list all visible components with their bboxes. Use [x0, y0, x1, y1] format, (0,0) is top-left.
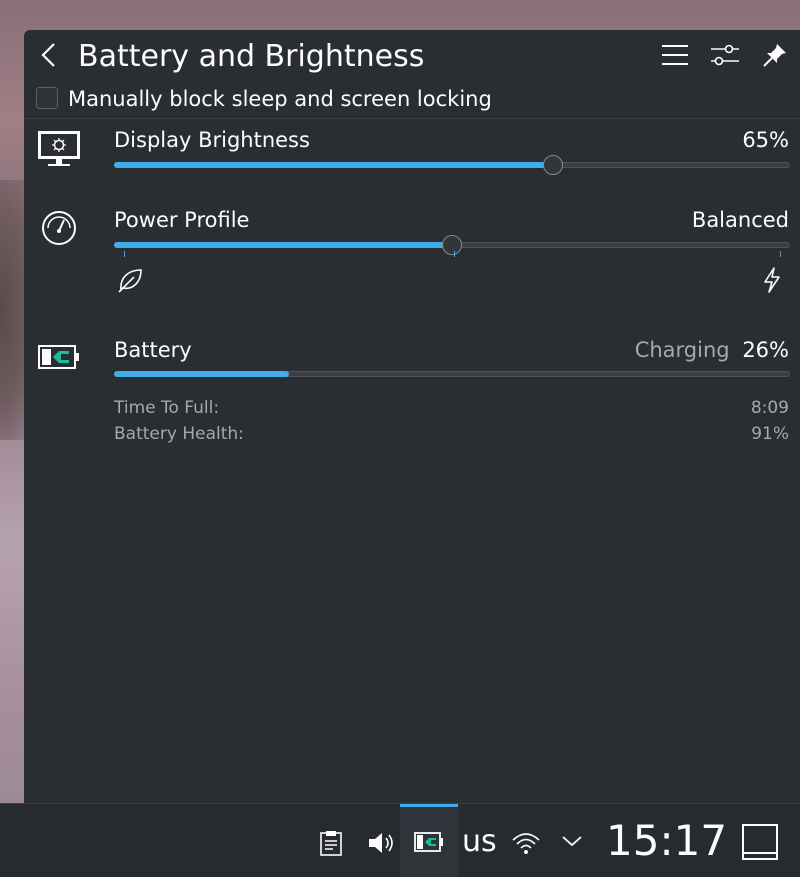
pin-icon — [763, 44, 786, 67]
tray-expand-button[interactable] — [560, 830, 584, 852]
brightness-icon-wrap — [36, 126, 82, 172]
monitor-brightness-icon — [38, 131, 80, 166]
power-profile-value: Balanced — [691, 208, 789, 232]
wifi-icon — [512, 833, 540, 854]
battery-bar — [114, 371, 790, 377]
chevron-left-icon — [41, 43, 55, 67]
power-save-button[interactable] — [116, 266, 144, 298]
time-to-full-value: 8:09 — [750, 398, 789, 418]
power-profile-handle[interactable] — [442, 235, 462, 255]
inhibit-checkbox[interactable] — [36, 87, 58, 109]
tick-power-save — [124, 251, 125, 257]
battery-fill — [114, 371, 289, 377]
pin-button[interactable] — [760, 40, 790, 70]
clock[interactable]: 15:17 — [606, 816, 727, 866]
battery-brightness-popup: Battery and Brightness Manually block sl… — [24, 30, 800, 804]
brightness-fill — [114, 162, 552, 168]
battery-tray-button[interactable] — [414, 830, 444, 854]
sliders-icon — [711, 44, 739, 66]
volume-icon — [369, 833, 393, 853]
header-separator — [24, 118, 800, 119]
power-profile-label: Power Profile — [114, 208, 250, 232]
show-desktop-button[interactable] — [740, 822, 780, 862]
taskbar: us 15:17 — [0, 803, 800, 877]
active-tray-indicator — [400, 804, 458, 807]
power-profile-icon-wrap — [36, 205, 82, 251]
speedometer-icon — [42, 211, 76, 245]
brightness-value: 65% — [742, 128, 789, 152]
battery-value-wrap: Charging 26% — [635, 336, 789, 364]
menu-button[interactable] — [660, 40, 690, 70]
back-button[interactable] — [34, 40, 64, 70]
power-profile-slider[interactable] — [114, 235, 790, 255]
battery-icon-wrap — [36, 334, 82, 380]
time-to-full-label: Time To Full: — [114, 398, 220, 418]
clipboard-button[interactable] — [318, 828, 344, 858]
tick-balanced — [454, 251, 455, 257]
lightning-icon — [764, 267, 780, 293]
leaf-icon — [118, 269, 142, 293]
performance-button[interactable] — [760, 266, 784, 298]
brightness-handle[interactable] — [543, 155, 563, 175]
chevron-down-icon — [562, 836, 582, 847]
tick-performance — [780, 251, 781, 257]
brightness-label: Display Brightness — [114, 128, 310, 152]
wifi-button[interactable] — [510, 828, 542, 858]
configure-button[interactable] — [710, 40, 740, 70]
battery-label: Battery — [114, 338, 192, 362]
battery-health-label: Battery Health: — [114, 424, 244, 444]
page-title: Battery and Brightness — [78, 39, 425, 74]
brightness-slider[interactable] — [114, 155, 790, 175]
inhibit-label: Manually block sleep and screen locking — [68, 87, 492, 111]
power-profile-fill — [114, 242, 451, 248]
hamburger-menu-icon — [662, 45, 688, 65]
popup-header: Battery and Brightness Manually block sl… — [24, 30, 800, 118]
battery-health-value: 91% — [751, 424, 789, 444]
keyboard-layout-indicator[interactable]: us — [462, 824, 497, 860]
clipboard-icon — [320, 831, 342, 856]
battery-charging-icon — [38, 345, 79, 369]
volume-button[interactable] — [366, 828, 396, 858]
battery-status: Charging — [634, 338, 730, 362]
battery-icon — [414, 832, 443, 852]
battery-percent: 26% — [742, 338, 789, 362]
show-desktop-icon — [742, 824, 778, 860]
